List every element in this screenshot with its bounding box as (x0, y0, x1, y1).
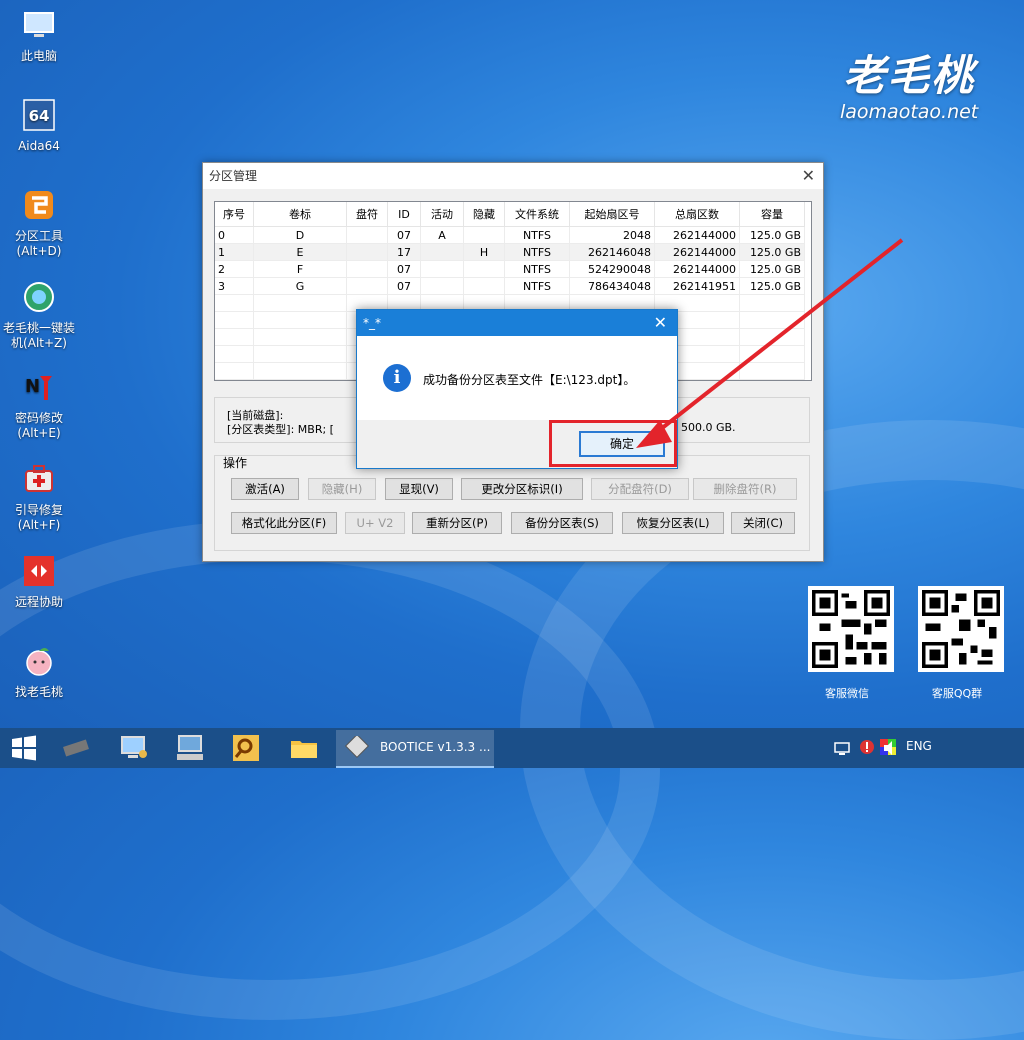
start-windows-icon[interactable] (8, 732, 40, 764)
taskbar-app-label: BOOTICE v1.3.3 ... (380, 740, 491, 754)
taskbar-app-bootice[interactable]: BOOTICE v1.3.3 ... (336, 730, 494, 768)
annotation-arrow (636, 238, 904, 448)
network-tray-icon[interactable] (834, 740, 852, 756)
warning-tray-icon[interactable] (858, 738, 876, 756)
keyboard-computer-icon[interactable] (174, 732, 206, 764)
memory-chip-icon[interactable] (60, 732, 92, 764)
bootice-icon (344, 736, 370, 759)
language-indicator[interactable]: ENG (906, 739, 932, 753)
search-magnifier-icon[interactable] (230, 732, 262, 764)
monitor-network-icon[interactable] (118, 732, 150, 764)
folder-icon[interactable] (288, 732, 320, 764)
speaker-tray-icon[interactable] (882, 740, 900, 756)
taskbar: BOOTICE v1.3.3 ... ENG (0, 728, 1024, 768)
